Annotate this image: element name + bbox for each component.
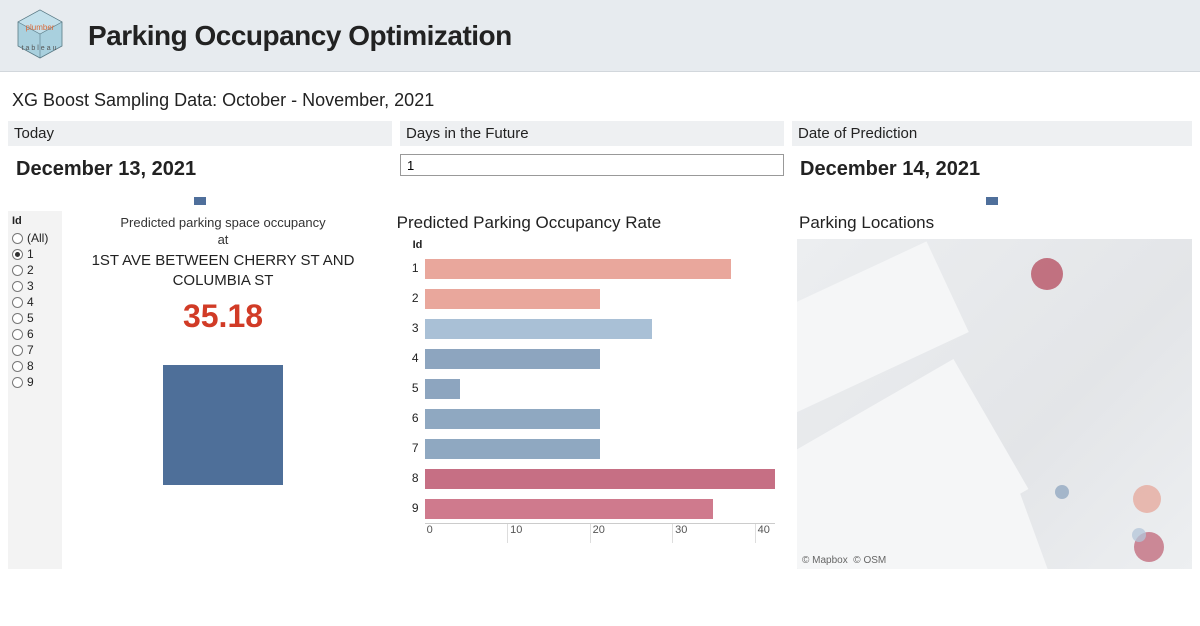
bar[interactable] (425, 409, 600, 429)
spotlight-at: at (62, 232, 384, 247)
bar[interactable] (425, 349, 600, 369)
prediction-label: Date of Prediction (792, 121, 1192, 146)
bar-category-label: 9 (395, 501, 425, 515)
parking-locations-map[interactable]: © Mapbox © OSM (797, 239, 1192, 569)
axis-tick: 0 (425, 524, 507, 543)
radio-icon (12, 265, 23, 276)
radio-icon (12, 345, 23, 356)
bar-row: 2 (395, 283, 775, 313)
radio-icon (12, 361, 23, 372)
days-in-future-input[interactable] (400, 154, 784, 176)
today-date: December 13, 2021 (8, 154, 392, 191)
bar-row: 6 (395, 403, 775, 433)
bar-category-label: 2 (395, 291, 425, 305)
bar-category-label: 8 (395, 471, 425, 485)
id-filter-option[interactable]: 3 (12, 279, 58, 293)
bar-row: 7 (395, 433, 775, 463)
axis-tick: 10 (507, 524, 590, 543)
bar[interactable] (425, 499, 714, 519)
bar[interactable] (425, 469, 775, 489)
id-filter-option-label: 9 (27, 375, 34, 389)
map-attribution: © Mapbox © OSM (802, 555, 886, 566)
bar-row: 1 (395, 253, 775, 283)
id-filter-option-label: (All) (27, 231, 48, 245)
page-title: Parking Occupancy Optimization (88, 20, 512, 52)
id-filter-panel: Id (All) 1 2 3 4 5 6 7 8 9 (8, 211, 62, 569)
radio-icon (12, 313, 23, 324)
axis-tick: 20 (590, 524, 673, 543)
radio-icon (12, 281, 23, 292)
id-filter-option-label: 2 (27, 263, 34, 277)
id-filter-option-label: 3 (27, 279, 34, 293)
id-filter-option-label: 5 (27, 311, 34, 325)
bar-row: 4 (395, 343, 775, 373)
bar[interactable] (425, 379, 460, 399)
radio-icon (12, 329, 23, 340)
id-filter-option[interactable]: (All) (12, 231, 58, 245)
legend-swatch-today (194, 197, 206, 205)
id-filter-option[interactable]: 6 (12, 327, 58, 341)
map-location-dot[interactable] (1055, 485, 1069, 499)
bar-row: 9 (395, 493, 775, 523)
map-location-dot[interactable] (1132, 528, 1146, 542)
header-bar: plumber tableau Parking Occupancy Optimi… (0, 0, 1200, 72)
map-location-dot[interactable] (1031, 258, 1063, 290)
radio-icon (12, 233, 23, 244)
spotlight-subhead: Predicted parking space occupancy (62, 215, 384, 230)
axis-tick: 30 (672, 524, 755, 543)
spotlight-value: 35.18 (62, 298, 384, 335)
legend-swatch-prediction (986, 197, 998, 205)
logo-icon: plumber tableau (10, 8, 70, 63)
id-filter-option-label: 7 (27, 343, 34, 357)
id-filter-option[interactable]: 8 (12, 359, 58, 373)
bar-category-label: 6 (395, 411, 425, 425)
days-label: Days in the Future (400, 121, 784, 146)
id-filter-heading: Id (12, 215, 58, 227)
id-filter-option-label: 6 (27, 327, 34, 341)
bar-row: 5 (395, 373, 775, 403)
bar[interactable] (425, 319, 653, 339)
bar-category-label: 4 (395, 351, 425, 365)
bar-row: 8 (395, 463, 775, 493)
id-filter-option-label: 8 (27, 359, 34, 373)
bar[interactable] (425, 259, 731, 279)
bar[interactable] (425, 289, 600, 309)
bar-category-label: 5 (395, 381, 425, 395)
x-axis: 010203040 (425, 523, 775, 543)
radio-icon (12, 377, 23, 388)
id-filter-option[interactable]: 4 (12, 295, 58, 309)
occupancy-square-viz (163, 365, 283, 485)
chart-y-axis-label: Id (395, 239, 789, 251)
today-label: Today (8, 121, 392, 146)
map-title: Parking Locations (797, 211, 1192, 239)
bar[interactable] (425, 439, 600, 459)
prediction-date: December 14, 2021 (792, 154, 1192, 191)
id-filter-option-label: 4 (27, 295, 34, 309)
subtitle: XG Boost Sampling Data: October - Novemb… (0, 72, 1200, 121)
bar-row: 3 (395, 313, 775, 343)
map-location-dot[interactable] (1133, 485, 1161, 513)
id-filter-option[interactable]: 1 (12, 247, 58, 261)
id-filter-option[interactable]: 9 (12, 375, 58, 389)
bar-category-label: 7 (395, 441, 425, 455)
bar-category-label: 1 (395, 261, 425, 275)
radio-icon (12, 249, 23, 260)
id-filter-option[interactable]: 7 (12, 343, 58, 357)
id-filter-option[interactable]: 2 (12, 263, 58, 277)
radio-icon (12, 297, 23, 308)
id-filter-option-label: 1 (27, 247, 34, 261)
id-filter-option[interactable]: 5 (12, 311, 58, 325)
svg-text:plumber: plumber (26, 23, 55, 32)
axis-tick: 40 (755, 524, 775, 543)
spotlight-location: 1ST AVE BETWEEN CHERRY ST AND COLUMBIA S… (83, 251, 363, 292)
svg-text:tableau: tableau (22, 45, 59, 52)
occupancy-bar-chart: 1 2 3 4 5 6 7 8 9010203040 (395, 253, 775, 563)
bar-category-label: 3 (395, 321, 425, 335)
chart-title: Predicted Parking Occupancy Rate (395, 211, 789, 239)
